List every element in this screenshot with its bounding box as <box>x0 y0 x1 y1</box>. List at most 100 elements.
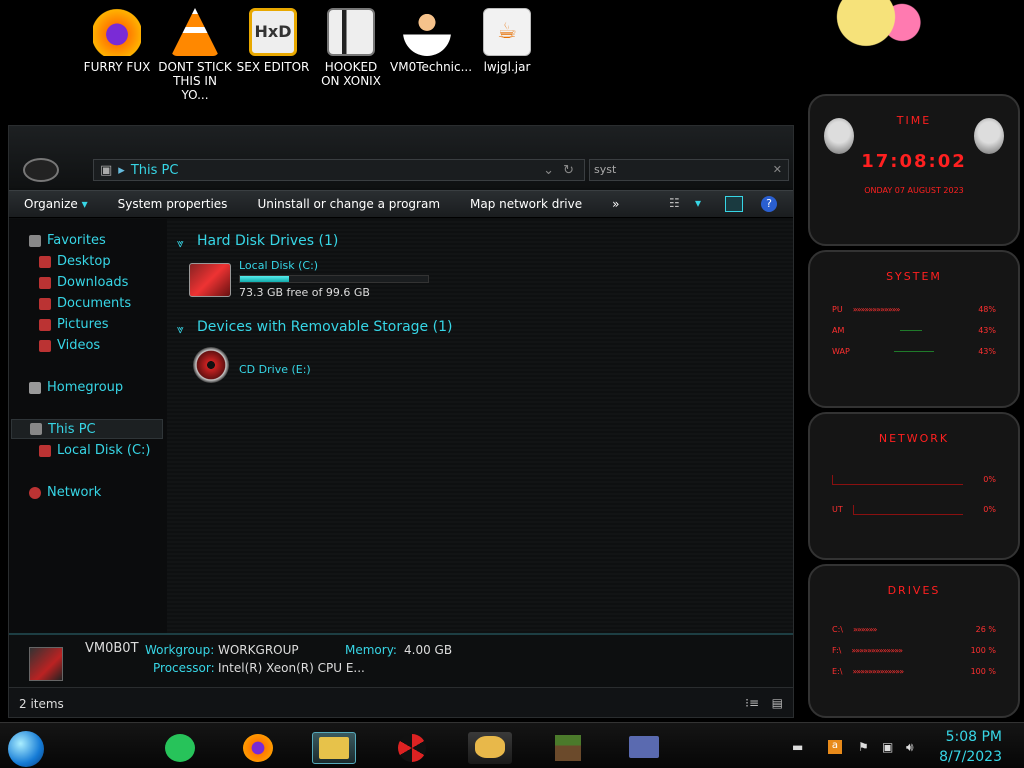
taskbar-notes-app[interactable] <box>158 732 202 764</box>
drive-f-row: F:\ »»»»»»»»»»»»» 100 % <box>810 646 1018 655</box>
tray-date: 8/7/2023 <box>939 749 1002 765</box>
system-properties-button[interactable]: System properties <box>103 197 243 211</box>
nav-desktop-label: Desktop <box>57 254 111 269</box>
search-input[interactable]: syst ✕ <box>589 159 789 181</box>
preview-pane-icon[interactable] <box>725 196 743 212</box>
nav-local-disk[interactable]: Local Disk (C:) <box>39 443 150 458</box>
nav-homegroup[interactable]: Homegroup <box>29 380 123 395</box>
wallpaper-character <box>818 0 938 56</box>
action-center-flag-icon[interactable]: ⚑ <box>858 740 872 754</box>
desktop-icon-furry-fux[interactable]: FURRY FUX <box>80 2 154 74</box>
nav-downloads[interactable]: Downloads <box>39 275 128 290</box>
group-hdd-title: Hard Disk Drives (1) <box>197 233 339 249</box>
desktop-icon-sex-editor[interactable]: HxD SEX EDITOR <box>236 2 310 74</box>
organize-button[interactable]: Organize ▾ <box>9 197 103 211</box>
drive-f-bar: »»»»»»»»»»»»» <box>851 646 903 655</box>
processor-label: Processor: <box>153 661 215 675</box>
documents-icon <box>39 297 51 310</box>
desktop-icon-label: lwjgl.jar <box>483 60 531 74</box>
uninstall-program-button[interactable]: Uninstall or change a program <box>242 197 455 211</box>
control-panel-icon <box>629 736 659 758</box>
network-gadget-title: NETWORK <box>878 432 950 445</box>
firefox-icon <box>93 8 141 56</box>
chevron-down-icon[interactable]: ⌄ <box>543 163 554 178</box>
group-removable-storage[interactable]: ⩔ Devices with Removable Storage (1) <box>177 319 452 336</box>
more-commands-button[interactable]: » <box>597 197 634 211</box>
drive-e-item[interactable]: CD Drive (E:) <box>239 363 311 376</box>
drive-f-value: 100 % <box>970 646 996 655</box>
navigation-pane: Favorites Desktop Downloads Documents Pi… <box>9 219 167 633</box>
network-icon <box>29 486 41 499</box>
nav-videos[interactable]: Videos <box>39 338 100 353</box>
drive-c-item[interactable]: Local Disk (C:) 73.3 GB free of 99.6 GB <box>239 259 429 299</box>
taskbar-minecraft[interactable] <box>546 732 590 764</box>
cpu-label: PU <box>832 305 843 314</box>
desktop-icon-vm0technic[interactable]: VM0Technic... <box>390 2 472 74</box>
nav-desktop[interactable]: Desktop <box>39 254 111 269</box>
tray-clock[interactable]: 5:08 PM 8/7/2023 <box>939 727 1002 767</box>
time-gadget: TIME 17:08:02 ONDAY 07 AUGUST 2023 <box>808 94 1020 246</box>
computer-name: VM0B0T <box>85 641 139 656</box>
refresh-icon[interactable]: ↻ <box>563 163 574 178</box>
net-in-value: 0% <box>983 475 996 484</box>
group-hard-disk-drives[interactable]: ⩔ Hard Disk Drives (1) <box>177 233 339 250</box>
nav-videos-label: Videos <box>57 338 101 353</box>
address-bar[interactable]: ▣ ▸ This PC ⌄ ↻ <box>93 159 585 181</box>
volume-icon[interactable]: 🔊︎ <box>906 740 920 754</box>
nav-favorites[interactable]: Favorites <box>29 233 106 248</box>
network-tray-icon[interactable]: ▣ <box>882 740 896 754</box>
taskbar-control-panel[interactable] <box>622 732 666 764</box>
nav-pictures-label: Pictures <box>57 317 109 332</box>
view-options-icon[interactable]: ☷ <box>669 196 687 212</box>
help-icon[interactable]: ? <box>761 196 777 212</box>
details-view-icon[interactable]: ⁝≡ <box>745 696 759 710</box>
cpu-bar: »»»»»»»»»»»» <box>852 305 901 314</box>
desktop-icon-dont-stick[interactable]: DONT STICK THIS IN YO... <box>158 2 232 102</box>
drive-c-label: C:\ <box>832 625 843 634</box>
nav-this-pc[interactable]: This PC <box>11 419 163 439</box>
nav-network-label: Network <box>47 485 102 500</box>
desktop-icon-lwjgl[interactable]: ☕ lwjgl.jar <box>470 2 544 74</box>
drive-c-row: C:\ »»»»»» 26 % <box>810 625 1018 634</box>
hxd-icon: HxD <box>249 8 297 56</box>
taskbar-explorer[interactable] <box>312 732 356 764</box>
date-display: ONDAY 07 AUGUST 2023 <box>864 186 964 195</box>
tiles-view-icon[interactable]: ▤ <box>772 696 783 710</box>
processor-value: Intel(R) Xeon(R) CPU E... <box>218 661 365 675</box>
clock-display: 17:08:02 <box>861 151 967 172</box>
videos-icon <box>39 339 51 352</box>
net-out-label: UT <box>832 505 843 514</box>
start-button[interactable] <box>8 731 44 767</box>
desktop-icon-label: FURRY FUX <box>83 60 151 74</box>
chevron-down-icon[interactable]: ▾ <box>695 196 713 212</box>
taskbar-handshake-app[interactable] <box>468 732 512 764</box>
desktop-icon-label: SEX EDITOR <box>236 60 310 74</box>
map-network-drive-button[interactable]: Map network drive <box>455 197 597 211</box>
drive-f-label: F:\ <box>832 646 842 655</box>
java-icon: ☕ <box>483 8 531 56</box>
star-icon <box>29 234 41 247</box>
breadcrumb-this-pc[interactable]: This PC <box>131 163 179 178</box>
nav-pictures[interactable]: Pictures <box>39 317 108 332</box>
net-in-graph <box>832 475 964 485</box>
cpu-row: PU »»»»»»»»»»»» 48% <box>810 305 1018 314</box>
taskbar-radiation-app[interactable] <box>390 732 434 764</box>
nav-documents[interactable]: Documents <box>39 296 131 311</box>
taskbar-firefox[interactable] <box>236 732 280 764</box>
swap-label: WAP <box>832 347 850 356</box>
drive-c-name: Local Disk (C:) <box>239 259 319 272</box>
command-bar: Organize ▾ System properties Uninstall o… <box>9 190 793 218</box>
drives-gadget: DRIVES C:\ »»»»»» 26 % F:\ »»»»»»»»»»»»»… <box>808 564 1020 718</box>
drive-c-bar: »»»»»» <box>852 625 877 634</box>
back-forward-icon[interactable] <box>23 158 59 182</box>
nav-network[interactable]: Network <box>29 485 101 500</box>
desktop-icon-hooked-on-xonix[interactable]: HOOKED ON XONIX <box>314 2 388 88</box>
alien-head-icon <box>824 118 854 154</box>
clear-search-icon[interactable]: ✕ <box>773 163 782 176</box>
alien-head-icon <box>974 118 1004 154</box>
drive-e-bar: »»»»»»»»»»»»» <box>852 667 904 676</box>
nav-homegroup-label: Homegroup <box>47 380 124 395</box>
ram-value: 43% <box>978 326 996 335</box>
show-hidden-icons-icon[interactable]: ▬ <box>792 740 806 754</box>
avast-icon[interactable]: a <box>828 740 842 754</box>
